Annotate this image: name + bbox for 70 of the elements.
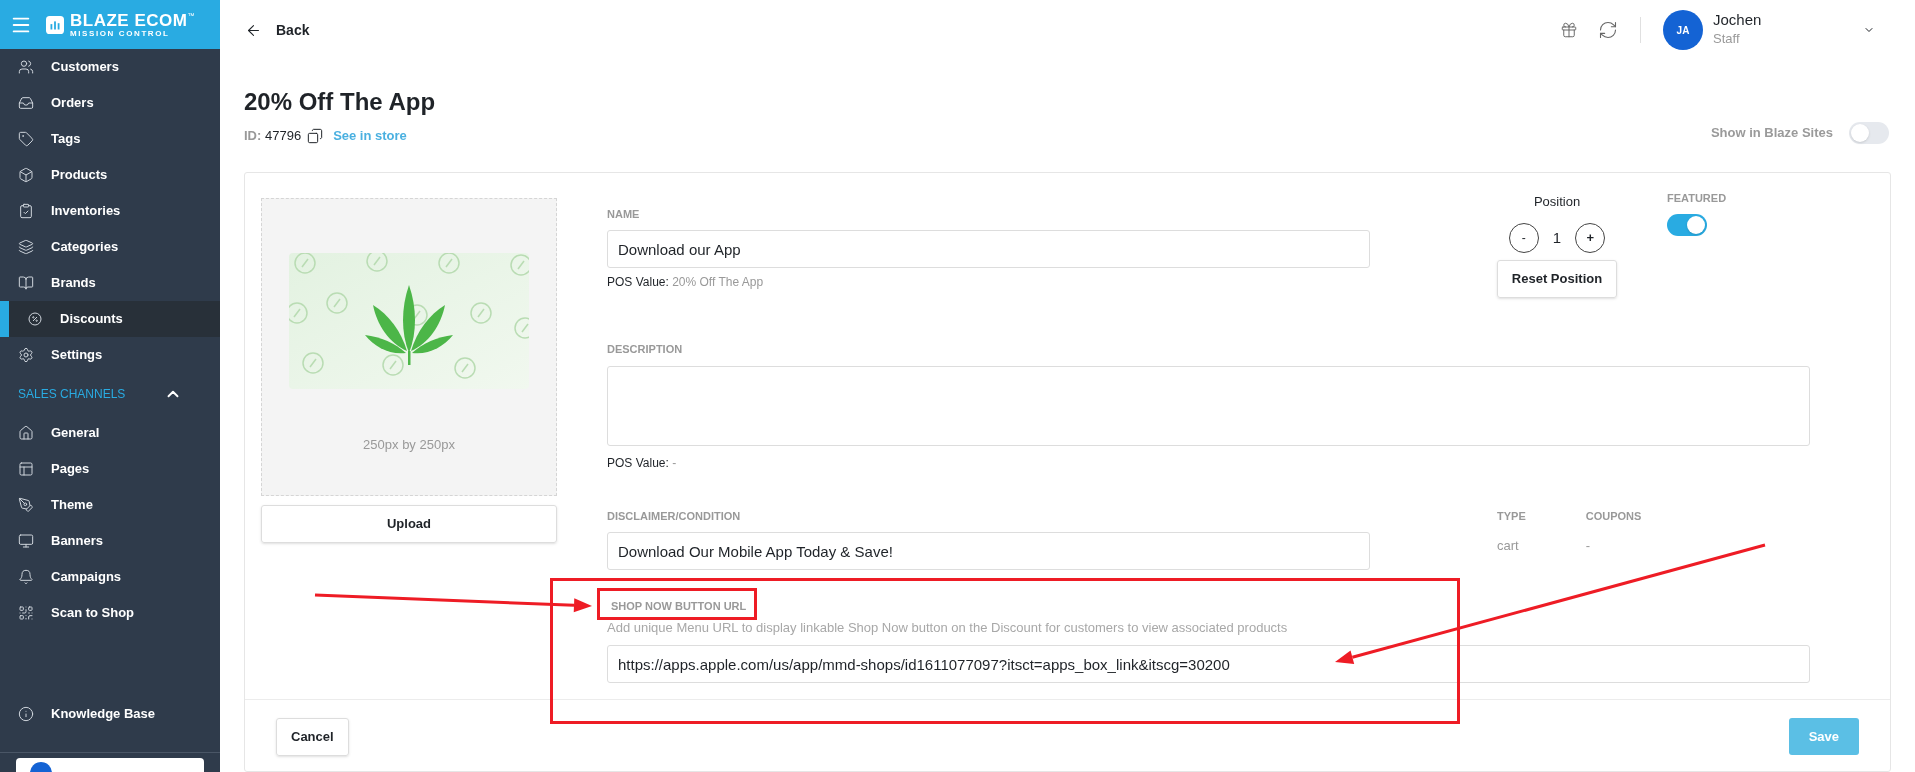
brand-name: BLAZE ECOM xyxy=(70,11,188,29)
show-in-sites-label: Show in Blaze Sites xyxy=(1710,123,1833,142)
back-button[interactable]: Back xyxy=(245,19,310,41)
sidebar-item[interactable]: Campaigns xyxy=(0,559,220,595)
show-in-sites-toggle[interactable] xyxy=(1849,121,1889,144)
bell-icon xyxy=(18,569,34,585)
section-toggle[interactable]: SALES CHANNELS xyxy=(0,377,220,411)
qr-code-icon xyxy=(18,605,34,621)
book-icon xyxy=(18,275,34,291)
disclaimer-label: DISCLAIMER/CONDITION xyxy=(607,508,742,524)
shop-now-url-input[interactable]: https://apps.apple.com/us/app/mmd-shops/id1611077097?itsct=apps_box_link&itscg=30200 xyxy=(607,645,1810,683)
sidebar-item[interactable]: Discounts xyxy=(0,301,220,337)
description-input[interactable] xyxy=(607,365,1810,446)
sidebar-item[interactable]: Settings xyxy=(0,337,220,373)
info-label: TYPE xyxy=(1497,508,1526,524)
inbox-icon xyxy=(18,95,34,111)
featured-toggle[interactable] xyxy=(1667,214,1707,236)
sidebar-item[interactable]: Theme xyxy=(0,487,220,523)
sidebar-item[interactable]: Inventories xyxy=(0,193,220,229)
pen-icon xyxy=(18,497,34,513)
gift-icon[interactable] xyxy=(1560,21,1578,39)
sidebar-item[interactable]: Pages xyxy=(0,451,220,487)
disclaimer-input[interactable]: Download Our Mobile App Today & Save! xyxy=(607,532,1370,570)
sidebar-item[interactable]: Customers xyxy=(0,49,220,85)
info-value: - xyxy=(1585,537,1592,555)
sidebar-item[interactable]: Banners xyxy=(0,523,220,559)
clipboard-check-icon xyxy=(18,203,34,219)
info-icon xyxy=(18,706,34,722)
percent-icon xyxy=(27,311,43,327)
sidebar-item[interactable]: Knowledge Base xyxy=(0,696,220,732)
monitor-icon xyxy=(18,533,34,549)
house-icon xyxy=(18,425,34,441)
description-label: DESCRIPTION xyxy=(607,342,684,357)
layers-icon xyxy=(18,239,34,255)
sidebar-item[interactable]: Orders xyxy=(0,85,220,121)
reset-position-button[interactable]: Reset Position xyxy=(1497,260,1617,298)
user-avatar[interactable]: JA xyxy=(1663,10,1703,50)
tag-icon xyxy=(18,131,34,147)
refresh-icon[interactable] xyxy=(1598,20,1618,40)
position-value: 1 xyxy=(1552,227,1562,248)
featured-label: FEATURED xyxy=(1667,190,1727,206)
logo-icon xyxy=(46,15,64,34)
image-size-hint: 250px by 250px xyxy=(363,435,455,454)
upload-button[interactable]: Upload xyxy=(261,504,557,543)
user-role: Staff xyxy=(1713,30,1741,49)
user-name: Jochen xyxy=(1713,11,1763,30)
users-icon xyxy=(18,59,34,75)
sidebar-item[interactable]: Categories xyxy=(0,229,220,265)
id-text: ID: 47796 xyxy=(244,127,302,145)
cube-icon xyxy=(18,167,34,183)
position-label: Position xyxy=(1533,192,1581,211)
brand-tagline: MISSION CONTROL xyxy=(70,28,171,38)
copy-icon[interactable] xyxy=(307,127,324,144)
shop-now-help-text: Add unique Menu URL to display linkable Shop Now button on the Discount for customers to view associated products xyxy=(607,618,1289,637)
sidebar-item[interactable]: Scan to Shop xyxy=(0,595,220,631)
info-label: COUPONS xyxy=(1585,508,1642,524)
sidebar-item[interactable]: General xyxy=(0,415,220,451)
name-input[interactable]: Download our App xyxy=(607,230,1370,268)
page-title: 20% Off The App xyxy=(244,87,436,117)
info-value: cart xyxy=(1497,537,1520,555)
pos-value-text: POS Value: - xyxy=(607,454,678,472)
sidebar-item[interactable]: Brands xyxy=(0,265,220,301)
settings-icon xyxy=(18,347,34,363)
shop-now-label: SHOP NOW BUTTON URL xyxy=(611,599,748,614)
pos-value-text: POS Value: 20% Off The App xyxy=(607,274,765,291)
sidebar-item[interactable]: Products xyxy=(0,157,220,193)
cancel-button[interactable]: Cancel xyxy=(276,718,349,756)
name-label: NAME xyxy=(607,206,641,222)
sidebar-item[interactable]: Tags xyxy=(0,121,220,157)
layout-icon xyxy=(18,461,34,477)
